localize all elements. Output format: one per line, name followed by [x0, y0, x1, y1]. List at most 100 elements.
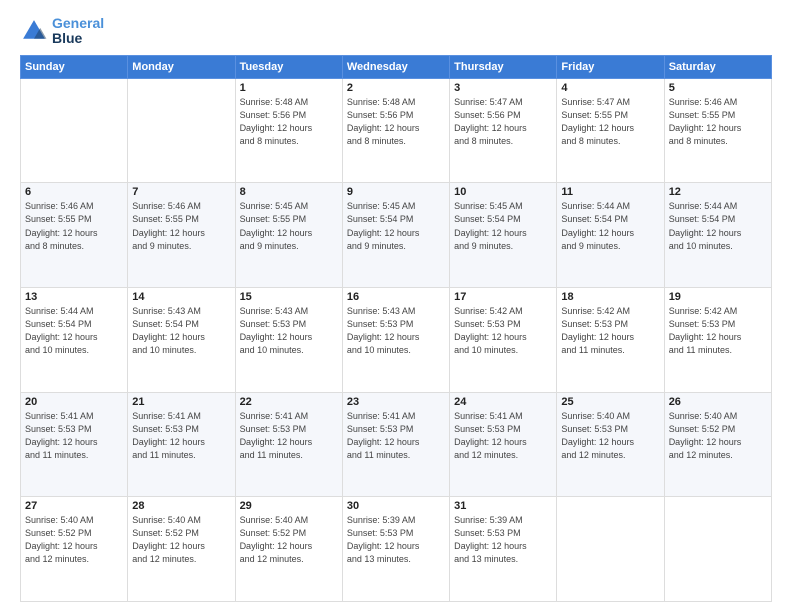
- day-number: 2: [347, 82, 445, 94]
- calendar-cell: 17 Sunrise: 5:42 AM Sunset: 5:53 PM Dayli…: [450, 288, 557, 393]
- day-info: Sunrise: 5:42 AM Sunset: 5:53 PM Dayligh…: [669, 305, 767, 357]
- day-info: Sunrise: 5:42 AM Sunset: 5:53 PM Dayligh…: [454, 305, 552, 357]
- day-number: 26: [669, 396, 767, 408]
- calendar-cell: 18Sunrise: 5:42 AM Sunset: 5:53 PM Dayli…: [557, 288, 664, 393]
- day-number: 30: [347, 500, 445, 512]
- day-info: Sunrise: 5:45 AM Sunset: 5:54 PM Dayligh…: [454, 200, 552, 252]
- col-header-sunday: Sunday: [21, 55, 128, 78]
- day-number: 27: [25, 500, 123, 512]
- col-header-thursday: Thursday: [450, 55, 557, 78]
- day-info: Sunrise: 5:41 AM Sunset: 5:53 PM Dayligh…: [132, 410, 230, 462]
- day-info: Sunrise: 5:40 AM Sunset: 5:53 PM Dayligh…: [561, 410, 659, 462]
- day-number: 11: [561, 186, 659, 198]
- day-number: 21: [132, 396, 230, 408]
- calendar-cell: 7 Sunrise: 5:46 AM Sunset: 5:55 PM Daylig…: [128, 183, 235, 288]
- day-info: Sunrise: 5:39 AM Sunset: 5:53 PM Dayligh…: [347, 514, 445, 566]
- calendar-cell: 2 Sunrise: 5:48 AM Sunset: 5:56 PM Daylig…: [342, 78, 449, 183]
- day-info: Sunrise: 5:46 AM Sunset: 5:55 PM Dayligh…: [669, 96, 767, 148]
- calendar-cell: 29 Sunrise: 5:40 AM Sunset: 5:52 PM Dayli…: [235, 497, 342, 602]
- day-number: 6: [25, 186, 123, 198]
- day-number: 28: [132, 500, 230, 512]
- day-number: 17: [454, 291, 552, 303]
- day-info: Sunrise: 5:47 AM Sunset: 5:56 PM Dayligh…: [454, 96, 552, 148]
- calendar-cell: 24 Sunrise: 5:41 AM Sunset: 5:53 PM Dayli…: [450, 392, 557, 497]
- calendar-cell: 23Sunrise: 5:41 AM Sunset: 5:53 PM Dayli…: [342, 392, 449, 497]
- col-header-friday: Friday: [557, 55, 664, 78]
- calendar-cell: 8 Sunrise: 5:45 AM Sunset: 5:55 PM Daylig…: [235, 183, 342, 288]
- day-info: Sunrise: 5:39 AM Sunset: 5:53 PM Dayligh…: [454, 514, 552, 566]
- day-info: Sunrise: 5:48 AM Sunset: 5:56 PM Dayligh…: [347, 96, 445, 148]
- week-row-1: 6 Sunrise: 5:46 AM Sunset: 5:55 PM Daylig…: [21, 183, 772, 288]
- calendar-cell: 31Sunrise: 5:39 AM Sunset: 5:53 PM Dayli…: [450, 497, 557, 602]
- day-info: Sunrise: 5:45 AM Sunset: 5:55 PM Dayligh…: [240, 200, 338, 252]
- calendar-cell: 26 Sunrise: 5:40 AM Sunset: 5:52 PM Dayli…: [664, 392, 771, 497]
- col-header-saturday: Saturday: [664, 55, 771, 78]
- day-number: 9: [347, 186, 445, 198]
- calendar-cell: 15 Sunrise: 5:43 AM Sunset: 5:53 PM Dayli…: [235, 288, 342, 393]
- day-info: Sunrise: 5:43 AM Sunset: 5:53 PM Dayligh…: [347, 305, 445, 357]
- day-info: Sunrise: 5:41 AM Sunset: 5:53 PM Dayligh…: [454, 410, 552, 462]
- calendar-cell: 6 Sunrise: 5:46 AM Sunset: 5:55 PM Daylig…: [21, 183, 128, 288]
- day-info: Sunrise: 5:40 AM Sunset: 5:52 PM Dayligh…: [240, 514, 338, 566]
- day-info: Sunrise: 5:43 AM Sunset: 5:54 PM Dayligh…: [132, 305, 230, 357]
- header: General Blue: [20, 16, 772, 47]
- calendar-cell: 22 Sunrise: 5:41 AM Sunset: 5:53 PM Dayli…: [235, 392, 342, 497]
- day-number: 8: [240, 186, 338, 198]
- day-number: 14: [132, 291, 230, 303]
- day-number: 15: [240, 291, 338, 303]
- day-number: 13: [25, 291, 123, 303]
- day-info: Sunrise: 5:44 AM Sunset: 5:54 PM Dayligh…: [561, 200, 659, 252]
- week-row-3: 20 Sunrise: 5:41 AM Sunset: 5:53 PM Dayli…: [21, 392, 772, 497]
- calendar-cell: 14 Sunrise: 5:43 AM Sunset: 5:54 PM Dayli…: [128, 288, 235, 393]
- day-info: Sunrise: 5:40 AM Sunset: 5:52 PM Dayligh…: [669, 410, 767, 462]
- calendar-cell: [664, 497, 771, 602]
- week-row-2: 13 Sunrise: 5:44 AM Sunset: 5:54 PM Dayli…: [21, 288, 772, 393]
- day-number: 22: [240, 396, 338, 408]
- day-info: Sunrise: 5:42 AM Sunset: 5:53 PM Dayligh…: [561, 305, 659, 357]
- day-info: Sunrise: 5:46 AM Sunset: 5:55 PM Dayligh…: [25, 200, 123, 252]
- logo-text: General Blue: [52, 16, 104, 47]
- calendar-cell: 12 Sunrise: 5:44 AM Sunset: 5:54 PM Dayli…: [664, 183, 771, 288]
- calendar-cell: 27 Sunrise: 5:40 AM Sunset: 5:52 PM Dayli…: [21, 497, 128, 602]
- day-number: 20: [25, 396, 123, 408]
- page: General Blue SundayMondayTuesdayWednesda…: [0, 0, 792, 612]
- calendar-cell: 11 Sunrise: 5:44 AM Sunset: 5:54 PM Dayli…: [557, 183, 664, 288]
- logo: General Blue: [20, 16, 104, 47]
- day-info: Sunrise: 5:48 AM Sunset: 5:56 PM Dayligh…: [240, 96, 338, 148]
- day-number: 29: [240, 500, 338, 512]
- col-header-tuesday: Tuesday: [235, 55, 342, 78]
- day-info: Sunrise: 5:45 AM Sunset: 5:54 PM Dayligh…: [347, 200, 445, 252]
- logo-icon: [20, 17, 48, 45]
- calendar-cell: 3 Sunrise: 5:47 AM Sunset: 5:56 PM Daylig…: [450, 78, 557, 183]
- day-number: 7: [132, 186, 230, 198]
- calendar-cell: 5 Sunrise: 5:46 AM Sunset: 5:55 PM Daylig…: [664, 78, 771, 183]
- day-info: Sunrise: 5:46 AM Sunset: 5:55 PM Dayligh…: [132, 200, 230, 252]
- day-number: 5: [669, 82, 767, 94]
- calendar-cell: 9 Sunrise: 5:45 AM Sunset: 5:54 PM Daylig…: [342, 183, 449, 288]
- calendar-cell: [557, 497, 664, 602]
- day-info: Sunrise: 5:44 AM Sunset: 5:54 PM Dayligh…: [25, 305, 123, 357]
- day-number: 3: [454, 82, 552, 94]
- day-number: 1: [240, 82, 338, 94]
- col-header-wednesday: Wednesday: [342, 55, 449, 78]
- calendar-table: SundayMondayTuesdayWednesdayThursdayFrid…: [20, 55, 772, 602]
- day-info: Sunrise: 5:40 AM Sunset: 5:52 PM Dayligh…: [25, 514, 123, 566]
- week-row-4: 27 Sunrise: 5:40 AM Sunset: 5:52 PM Dayli…: [21, 497, 772, 602]
- day-info: Sunrise: 5:47 AM Sunset: 5:55 PM Dayligh…: [561, 96, 659, 148]
- calendar-cell: 25Sunrise: 5:40 AM Sunset: 5:53 PM Dayli…: [557, 392, 664, 497]
- day-number: 10: [454, 186, 552, 198]
- day-number: 12: [669, 186, 767, 198]
- calendar-cell: 10 Sunrise: 5:45 AM Sunset: 5:54 PM Dayli…: [450, 183, 557, 288]
- calendar-cell: 28Sunrise: 5:40 AM Sunset: 5:52 PM Dayli…: [128, 497, 235, 602]
- calendar-cell: [128, 78, 235, 183]
- calendar-cell: 16Sunrise: 5:43 AM Sunset: 5:53 PM Dayli…: [342, 288, 449, 393]
- day-info: Sunrise: 5:43 AM Sunset: 5:53 PM Dayligh…: [240, 305, 338, 357]
- day-info: Sunrise: 5:41 AM Sunset: 5:53 PM Dayligh…: [240, 410, 338, 462]
- calendar-cell: 20Sunrise: 5:41 AM Sunset: 5:53 PM Dayli…: [21, 392, 128, 497]
- col-header-monday: Monday: [128, 55, 235, 78]
- calendar-cell: 4Sunrise: 5:47 AM Sunset: 5:55 PM Daylig…: [557, 78, 664, 183]
- day-number: 24: [454, 396, 552, 408]
- day-info: Sunrise: 5:44 AM Sunset: 5:54 PM Dayligh…: [669, 200, 767, 252]
- calendar-cell: 1 Sunrise: 5:48 AM Sunset: 5:56 PM Daylig…: [235, 78, 342, 183]
- calendar-cell: 13 Sunrise: 5:44 AM Sunset: 5:54 PM Dayli…: [21, 288, 128, 393]
